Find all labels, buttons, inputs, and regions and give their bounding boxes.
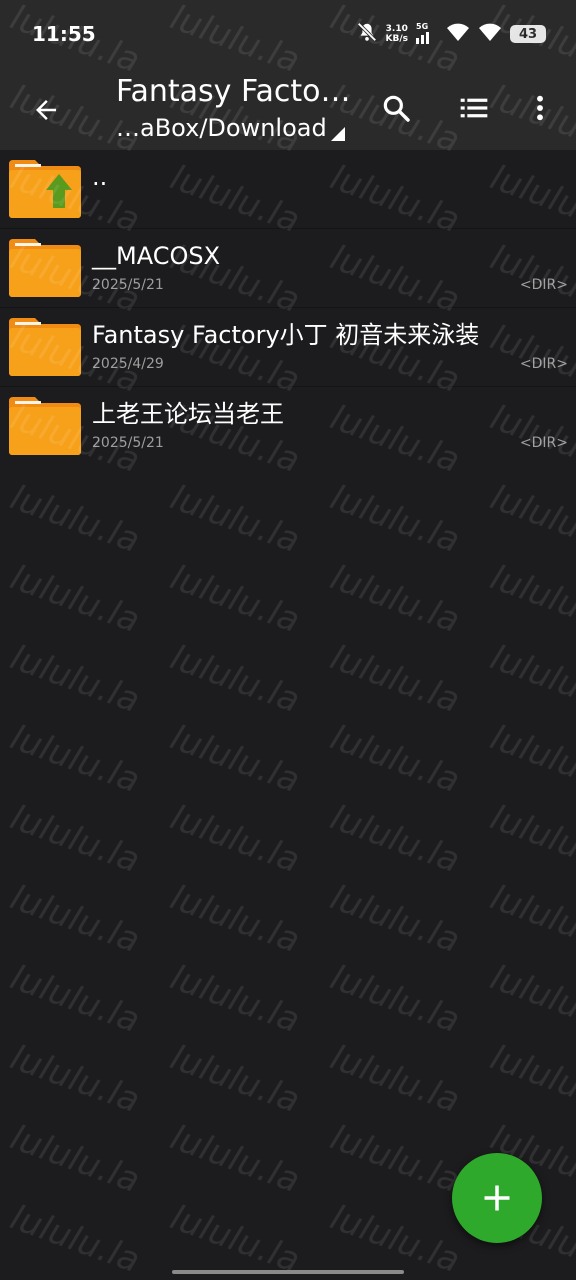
file-type: <DIR> [519,435,568,451]
status-bar: 11:55 3.10 KB/s 5G 43 [0,0,576,70]
list-item[interactable]: Fantasy Factory小丁 初音未来泳装 2025/4/29 <DIR> [0,307,576,386]
more-options-button[interactable] [516,84,564,132]
net-speed-unit: KB/s [385,34,408,44]
plus-icon [484,1185,510,1211]
file-name: 上老王论坛当老王 [92,400,284,428]
app-bar: Fantasy Facto… …aBox/Download [0,70,576,150]
folder-up-icon [9,160,81,218]
battery-level: 43 [518,26,538,42]
view-mode-button[interactable] [450,84,498,132]
status-icons: 3.10 KB/s 5G 43 [356,20,546,48]
net-speed-value: 3.10 [385,24,408,34]
wifi-icon [446,22,470,46]
list-item[interactable]: __MACOSX 2025/5/21 <DIR> [0,228,576,307]
current-path: …aBox/Download [116,114,327,142]
signal-icon: 5G [416,22,438,44]
folder-icon [9,397,81,455]
file-type: <DIR> [519,356,568,372]
more-vert-icon [537,95,543,121]
folder-icon [9,239,81,297]
file-date: 2025/4/29 [92,356,164,372]
back-arrow-icon [36,100,56,120]
file-name: __MACOSX [92,242,221,270]
file-date: 2025/5/21 [92,435,164,451]
search-icon [383,95,410,122]
page-title: Fantasy Facto… [116,74,351,109]
net-speed: 3.10 KB/s [386,24,408,44]
battery-icon: 43 [510,25,546,43]
file-name: .. [92,163,108,191]
file-name: Fantasy Factory小丁 初音未来泳装 [92,321,480,349]
file-date: 2025/5/21 [92,277,164,293]
list-item-parent[interactable]: .. [0,150,576,228]
gesture-bar[interactable] [172,1270,404,1274]
dropdown-caret-icon [330,127,345,141]
path-selector[interactable]: …aBox/Download [116,112,366,144]
search-button[interactable] [372,84,420,132]
status-time: 11:55 [32,22,96,46]
file-list: .. __MACOSX 2025/5/21 <DIR> Fantasy Fact… [0,150,576,465]
list-view-icon [460,98,488,118]
add-button[interactable] [452,1153,542,1243]
back-button[interactable] [24,88,68,132]
folder-icon [9,318,81,376]
wifi-icon [478,22,502,46]
file-type: <DIR> [519,277,568,293]
bell-off-icon [356,21,378,47]
title-area[interactable]: Fantasy Facto… …aBox/Download [116,72,366,144]
network-type: 5G [416,22,429,31]
list-item[interactable]: 上老王论坛当老王 2025/5/21 <DIR> [0,386,576,465]
